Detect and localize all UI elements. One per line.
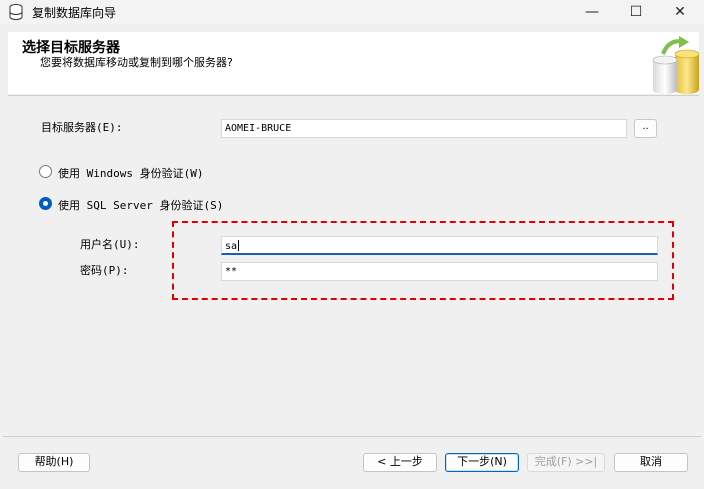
username-label: 用户名(U):: [80, 238, 140, 251]
sql-auth-label[interactable]: 使用 SQL Server 身份验证(S): [58, 197, 223, 213]
title-bar: 复制数据库向导 — ☐ ✕: [0, 0, 704, 24]
header-divider: [8, 95, 699, 96]
page-subtitle: 您要将数据库移动或复制到哪个服务器?: [40, 56, 233, 69]
footer-divider: [3, 436, 701, 437]
help-button[interactable]: 帮助(H): [18, 453, 90, 472]
wizard-header: 选择目标服务器 您要将数据库移动或复制到哪个服务器?: [8, 32, 699, 94]
database-icon: [9, 4, 23, 20]
minimize-icon[interactable]: —: [570, 0, 614, 24]
target-server-input[interactable]: AOMEI-BRUCE: [221, 119, 627, 138]
password-label: 密码(P):: [80, 264, 129, 277]
database-copy-graphic: [652, 36, 699, 94]
next-button[interactable]: 下一步(N): [445, 453, 519, 472]
sql-auth-radio[interactable]: [39, 197, 52, 210]
windows-auth-label[interactable]: 使用 Windows 身份验证(W): [58, 165, 203, 181]
browse-server-button[interactable]: ..: [634, 119, 657, 138]
back-button[interactable]: < 上一步: [363, 453, 437, 472]
credentials-highlight-box: [172, 221, 674, 300]
maximize-icon[interactable]: ☐: [614, 0, 658, 24]
cancel-button[interactable]: 取消: [614, 453, 688, 472]
target-server-label: 目标服务器(E):: [41, 121, 123, 134]
windows-auth-radio[interactable]: [39, 165, 52, 178]
close-icon[interactable]: ✕: [658, 0, 702, 24]
window-title: 复制数据库向导: [32, 6, 117, 20]
finish-button[interactable]: 完成(F) >>|: [527, 453, 605, 472]
